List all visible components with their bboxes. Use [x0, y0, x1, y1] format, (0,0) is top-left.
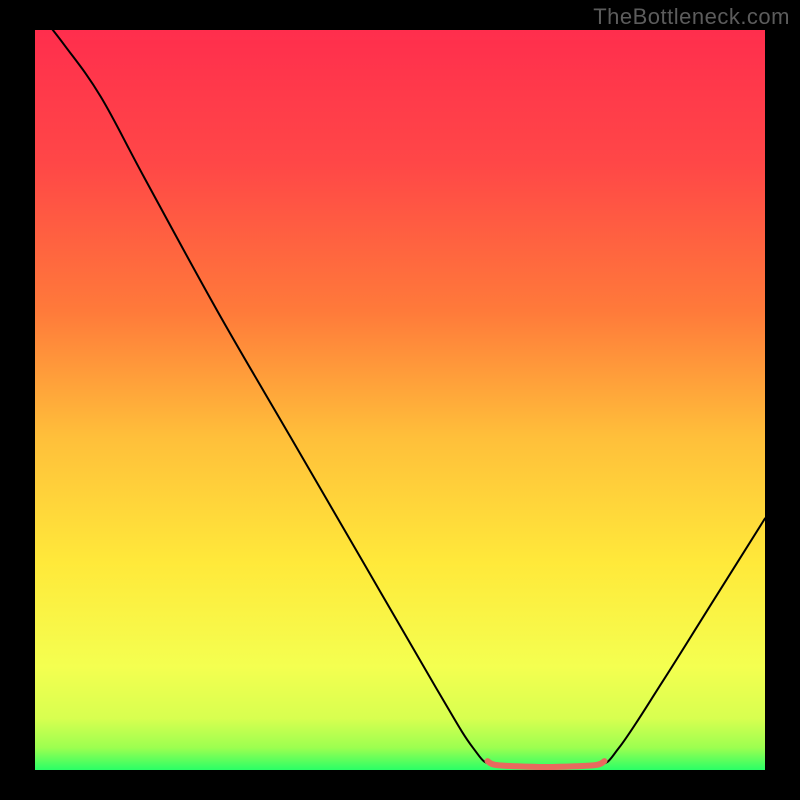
chart-container: { "watermark": "TheBottleneck.com", "cha… — [0, 0, 800, 800]
chart-svg — [0, 0, 800, 800]
watermark-text: TheBottleneck.com — [593, 4, 790, 30]
gradient-background — [35, 30, 765, 770]
